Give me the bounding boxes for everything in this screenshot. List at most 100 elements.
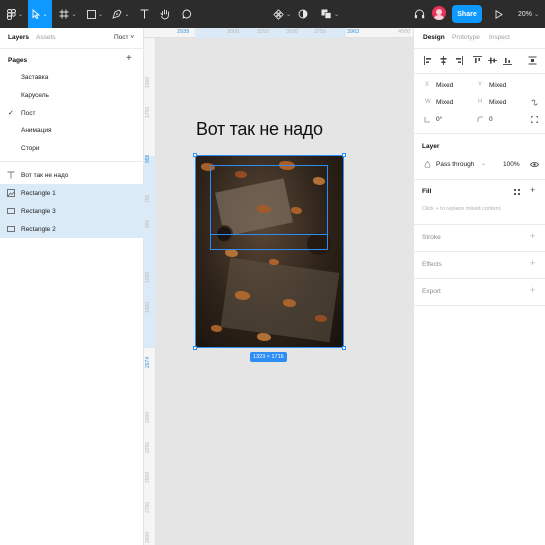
add-fill-button[interactable]: + (530, 185, 535, 195)
layer-section-title: Layer (422, 143, 440, 150)
layer-item[interactable]: Rectangle 1 (0, 184, 144, 202)
divider (0, 161, 144, 162)
stroke-section-title: Stroke (422, 234, 441, 241)
components-button[interactable]: ⌄ (272, 0, 292, 28)
image-icon (7, 189, 15, 197)
page-item-splash[interactable]: Заставка (0, 69, 144, 85)
ruler-tick: 3963 (347, 29, 360, 35)
ruler-tick: 4500 (398, 29, 411, 35)
text-tool-button[interactable] (137, 0, 151, 28)
w-label: W (425, 99, 431, 105)
width-field[interactable]: Mixed (436, 99, 453, 106)
ruler-tick: 3500 (286, 29, 299, 35)
zoom-label: 20% (518, 10, 533, 18)
chevron-down-icon: ⌄ (71, 11, 77, 18)
pen-tool-button[interactable]: ⌄ (110, 0, 132, 28)
ruler-tick: 2500 (145, 471, 151, 483)
corner-radius-field[interactable]: 0 (489, 116, 493, 123)
zoom-dropdown[interactable]: 20% ⌄ (518, 0, 539, 28)
ruler-tick: 2939 (177, 29, 190, 35)
add-effect-button[interactable]: + (530, 258, 535, 268)
blend-mode-dropdown[interactable]: Pass through (436, 161, 474, 168)
align-center-horizontal-icon[interactable] (439, 56, 448, 65)
rectangle-icon (7, 226, 15, 232)
selection-guide (210, 234, 328, 235)
rectangle-icon (87, 9, 96, 19)
text-icon (140, 9, 148, 19)
mask-button[interactable] (296, 0, 310, 28)
tab-inspect[interactable]: Inspect (489, 34, 510, 41)
tab-assets[interactable]: Assets (36, 34, 56, 41)
comment-tool-button[interactable] (180, 0, 194, 28)
ruler-tick: 1500 (145, 76, 151, 88)
add-page-button[interactable]: + (126, 53, 132, 64)
divider (414, 73, 545, 74)
layer-label: Rectangle 3 (21, 207, 56, 215)
hand-tool-button[interactable] (158, 0, 172, 28)
page-item-stories[interactable]: Стори (0, 140, 144, 156)
canvas-headline[interactable]: Вот так не надо (196, 119, 323, 140)
height-field[interactable]: Mixed (489, 99, 506, 106)
selection-rectangle (210, 165, 328, 250)
ruler-tick: 2000 (145, 411, 151, 423)
align-bottom-icon[interactable] (503, 56, 512, 65)
text-icon (7, 171, 15, 179)
comment-icon (182, 9, 192, 19)
figma-logo-icon (6, 8, 16, 20)
layer-item[interactable]: Rectangle 3 (0, 202, 144, 220)
corner-radius-icon (477, 116, 483, 122)
align-center-vertical-icon[interactable] (488, 56, 497, 65)
align-top-icon[interactable] (473, 56, 482, 65)
ruler-tick: 750 (145, 194, 151, 203)
main-menu-button[interactable]: ⌄ (4, 0, 26, 28)
shape-tool-button[interactable]: ⌄ (84, 0, 106, 28)
boolean-ops-button[interactable]: ⌄ (319, 0, 341, 28)
page-item-post[interactable]: ✓ Пост (0, 105, 144, 121)
canvas[interactable]: 2939 3000 3250 3500 3750 3963 4500 1500 … (144, 28, 413, 545)
page-label: Анимация (21, 126, 52, 134)
add-export-button[interactable]: + (530, 285, 535, 295)
layer-label: Rectangle 1 (21, 189, 56, 197)
x-field[interactable]: Mixed (436, 82, 453, 89)
divider (414, 48, 545, 49)
page-dropdown[interactable]: Пост ˅ (114, 34, 134, 41)
tab-layers[interactable]: Layers (8, 34, 29, 41)
divider (0, 48, 144, 49)
layer-label: Вот так не надо (21, 171, 69, 179)
contrast-icon (298, 9, 308, 19)
resize-handle[interactable] (342, 346, 346, 350)
ruler-tick: 900 (145, 219, 151, 228)
audio-button[interactable] (412, 0, 426, 28)
tab-design[interactable]: Design (423, 34, 445, 41)
align-left-icon[interactable] (424, 56, 433, 65)
layer-item[interactable]: Rectangle 2 (0, 220, 144, 238)
resize-handle[interactable] (193, 346, 197, 350)
present-button[interactable] (492, 0, 506, 28)
effects-section-title: Effects (422, 261, 442, 268)
resize-handle[interactable] (193, 153, 197, 157)
page-label: Карусель (21, 91, 49, 99)
avatar[interactable] (432, 6, 446, 20)
layer-item[interactable]: Вот так не надо (0, 166, 144, 184)
opacity-field[interactable]: 100% (503, 161, 520, 168)
rotation-field[interactable]: 0° (436, 116, 442, 123)
eye-icon[interactable] (530, 161, 539, 168)
tab-prototype[interactable]: Prototype (452, 34, 480, 41)
divider (414, 305, 545, 306)
y-field[interactable]: Mixed (489, 82, 506, 89)
chevron-down-icon: ⌄ (333, 11, 340, 18)
move-tool-button[interactable]: ⌄ (28, 0, 52, 28)
chevron-down-icon: ⌄ (534, 11, 540, 18)
page-item-carousel[interactable]: Карусель (0, 87, 144, 103)
left-tabs: Layers Assets Пост ˅ (0, 28, 144, 48)
distribute-icon[interactable] (528, 56, 537, 65)
share-button[interactable]: Share (452, 5, 482, 23)
constrain-proportions-icon[interactable] (531, 99, 538, 106)
frame-tool-button[interactable]: ⌄ (57, 0, 79, 28)
page-item-animation[interactable]: Анимация (0, 122, 144, 138)
resize-handle[interactable] (342, 153, 346, 157)
align-right-icon[interactable] (454, 56, 463, 65)
styles-grid-icon[interactable] (513, 188, 521, 196)
independent-corners-icon[interactable] (531, 116, 538, 123)
add-stroke-button[interactable]: + (530, 231, 535, 241)
